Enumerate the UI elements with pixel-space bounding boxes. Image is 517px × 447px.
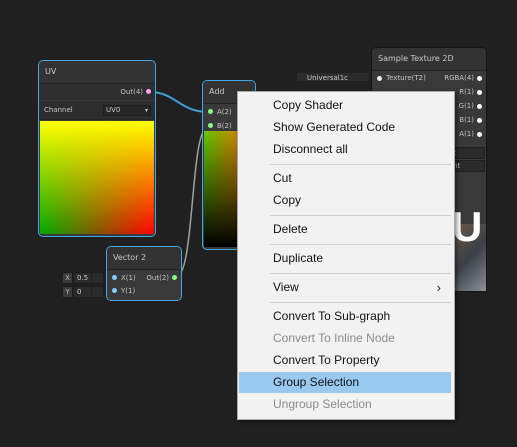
texture-out-b-port[interactable] (477, 118, 482, 123)
menu-item-cut[interactable]: Cut (239, 168, 451, 189)
uv-channel-row: Channel UV0 ▾ (39, 101, 155, 120)
wire-uv-to-add (149, 91, 209, 113)
menu-item-convert-to-property[interactable]: Convert To Property (239, 350, 451, 371)
menu-item-group-selection[interactable]: Group Selection (239, 372, 451, 393)
menu-item-duplicate[interactable]: Duplicate (239, 248, 451, 269)
chevron-down-icon: ▾ (144, 107, 148, 114)
texture-out-rgba: RGBA(4) (444, 74, 474, 82)
x-connector (91, 272, 104, 284)
preview-letter-u: U (452, 203, 483, 250)
texture-in-port[interactable] (377, 76, 382, 81)
vector2-out-label: Out(2) (146, 274, 169, 282)
universal-label: Universal1c (307, 74, 349, 82)
uv-node-title: UV (39, 61, 155, 84)
uv-node[interactable]: UV Out(4) Channel UV0 ▾ (39, 61, 155, 236)
add-in-a-port[interactable] (208, 109, 213, 114)
texture-node-title: Sample Texture 2D (372, 48, 486, 71)
texture-out-a-port[interactable] (477, 132, 482, 137)
vector2-node[interactable]: Vector 2 X(1) Y(1) Out(2) (107, 247, 181, 300)
channel-label: Channel (44, 106, 73, 114)
menu-item-convert-to-inline-node: Convert To Inline Node (273, 331, 395, 345)
menu-item-copy-shader[interactable]: Copy Shader (239, 95, 451, 116)
texture-out-g-port[interactable] (477, 104, 482, 109)
y-connector (91, 286, 104, 298)
texture-out-a: A(1) (459, 130, 474, 138)
uv-output-row: Out(4) (39, 84, 155, 100)
shader-graph-canvas[interactable]: UV Out(4) Channel UV0 ▾ Add A(2) B(2) X … (0, 0, 517, 447)
texture-out-r-port[interactable] (477, 90, 482, 95)
vector2-x-label: X(1) (121, 274, 136, 282)
menu-item-show-generated-code[interactable]: Show Generated Code (239, 117, 451, 138)
menu-separator (270, 244, 451, 245)
texture-out-r: R(1) (459, 88, 474, 96)
texture-out-b: B(1) (459, 116, 474, 124)
menu-separator (270, 215, 451, 216)
context-menu: Copy Shader Show Generated Code Disconne… (237, 91, 455, 420)
menu-item-convert-to-subgraph[interactable]: Convert To Sub-graph (239, 306, 451, 327)
vector2-out-port[interactable] (172, 275, 177, 280)
universal-inline-input[interactable]: Universal1c (296, 72, 370, 82)
menu-separator (270, 273, 451, 274)
menu-separator (270, 302, 451, 303)
menu-item-delete[interactable]: Delete (239, 219, 451, 240)
vector2-in-x-port[interactable] (112, 275, 117, 280)
menu-separator (270, 164, 451, 165)
uv-preview (40, 121, 154, 234)
menu-item-disconnect-all[interactable]: Disconnect all (239, 139, 451, 160)
y-tag: Y (62, 286, 73, 298)
menu-item-ungroup-selection: Ungroup Selection (273, 397, 372, 411)
y-value-field[interactable]: 0 (73, 286, 92, 298)
add-in-b-label: B(2) (217, 122, 232, 130)
menu-item-copy[interactable]: Copy (239, 190, 451, 211)
uv-out-label: Out(4) (120, 88, 143, 96)
texture-out-g: G(1) (458, 102, 474, 110)
channel-dropdown[interactable]: UV0 ▾ (103, 105, 151, 116)
add-in-b-port[interactable] (208, 123, 213, 128)
texture-in-label: Texture(T2) (386, 74, 426, 82)
x-tag: X (62, 272, 73, 284)
menu-item-view[interactable]: View › (239, 277, 451, 298)
channel-value: UV0 (106, 106, 121, 114)
vector2-in-y-port[interactable] (112, 288, 117, 293)
add-in-a-label: A(2) (217, 108, 232, 116)
vector2-y-label: Y(1) (121, 287, 136, 295)
x-value-field[interactable]: 0.5 (73, 272, 92, 284)
chevron-right-icon: › (436, 280, 441, 295)
menu-item-view-label: View (273, 280, 299, 294)
vector2-node-title: Vector 2 (107, 247, 181, 270)
texture-out-rgba-port[interactable] (477, 76, 482, 81)
uv-out-port[interactable] (146, 89, 151, 94)
